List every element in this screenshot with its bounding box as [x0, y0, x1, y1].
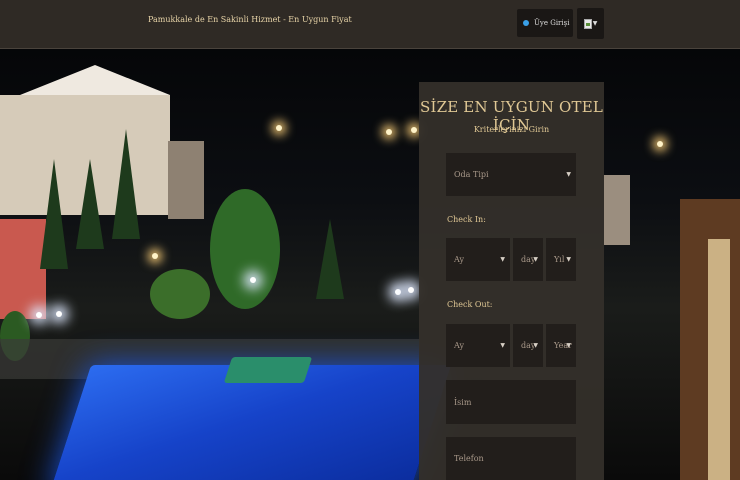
- chevron-down-icon: ▼: [500, 342, 505, 349]
- user-icon: [523, 20, 529, 26]
- login-label: Üye Girişi: [534, 19, 570, 27]
- checkin-year-value: Yıl: [554, 255, 565, 264]
- lamp-light: [36, 312, 42, 318]
- chevron-down-icon: ▼: [566, 256, 571, 263]
- form-subtitle: Kriterlerinizi Girin: [473, 125, 550, 134]
- checkin-month-value: Ay: [454, 255, 464, 264]
- tree-decoration: [210, 189, 280, 309]
- name-placeholder: İsim: [454, 397, 472, 407]
- phone-placeholder: Telefon: [454, 454, 484, 463]
- chevron-down-icon: ▼: [592, 20, 598, 27]
- lamp-light: [657, 141, 663, 147]
- checkin-year-select[interactable]: Yıl ▼: [546, 238, 576, 281]
- checkin-day-select[interactable]: day ▼: [513, 238, 543, 281]
- chevron-down-icon: ▼: [500, 256, 505, 263]
- lamp-light: [276, 125, 282, 131]
- bush-decoration: [150, 269, 210, 319]
- checkout-year-select[interactable]: Year ▼: [546, 324, 576, 367]
- lamp-light: [56, 311, 62, 317]
- lamp-light: [408, 287, 414, 293]
- flag-icon: [583, 18, 592, 29]
- tree-decoration: [316, 219, 344, 299]
- lamp-light: [250, 277, 256, 283]
- chevron-down-icon: ▼: [533, 342, 538, 349]
- checkin-label: Check In:: [447, 215, 486, 224]
- tree-decoration: [112, 129, 140, 239]
- checkout-month-value: Ay: [454, 341, 464, 350]
- lamp-light: [395, 289, 401, 295]
- checkout-month-select[interactable]: Ay ▼: [446, 324, 510, 367]
- checkin-month-select[interactable]: Ay ▼: [446, 238, 510, 281]
- tree-decoration: [40, 159, 68, 269]
- login-button[interactable]: Üye Girişi: [517, 9, 573, 37]
- name-input[interactable]: İsim: [446, 380, 576, 424]
- lamp-light: [411, 127, 417, 133]
- chevron-down-icon: ▼: [533, 256, 538, 263]
- phone-input[interactable]: Telefon: [446, 437, 576, 480]
- hotel-building-right: [680, 199, 740, 480]
- room-type-select[interactable]: Oda Tipi ▼: [446, 153, 576, 196]
- chevron-down-icon: ▼: [566, 342, 571, 349]
- top-bar: Pamukkale de En Sakinli Hizmet - En Uygu…: [0, 0, 740, 49]
- tree-decoration: [76, 159, 104, 249]
- hotel-building-far-right: [604, 175, 630, 245]
- lamp-light: [386, 129, 392, 135]
- chevron-down-icon: ▼: [566, 171, 571, 178]
- room-type-placeholder: Oda Tipi: [454, 170, 489, 179]
- site-title[interactable]: Pamukkale de En Sakinli Hizmet - En Uygu…: [148, 15, 352, 24]
- lamp-light: [152, 253, 158, 259]
- hotel-building-mid: [168, 141, 204, 219]
- small-pool: [223, 357, 313, 383]
- search-form-panel: SİZE EN UYGUN OTEL İÇİN Kriterlerinizi G…: [419, 82, 604, 480]
- language-dropdown[interactable]: ▼: [577, 8, 604, 39]
- checkout-day-select[interactable]: day ▼: [513, 324, 543, 367]
- checkout-label: Check Out:: [447, 300, 493, 309]
- hero-photo: [0, 49, 740, 480]
